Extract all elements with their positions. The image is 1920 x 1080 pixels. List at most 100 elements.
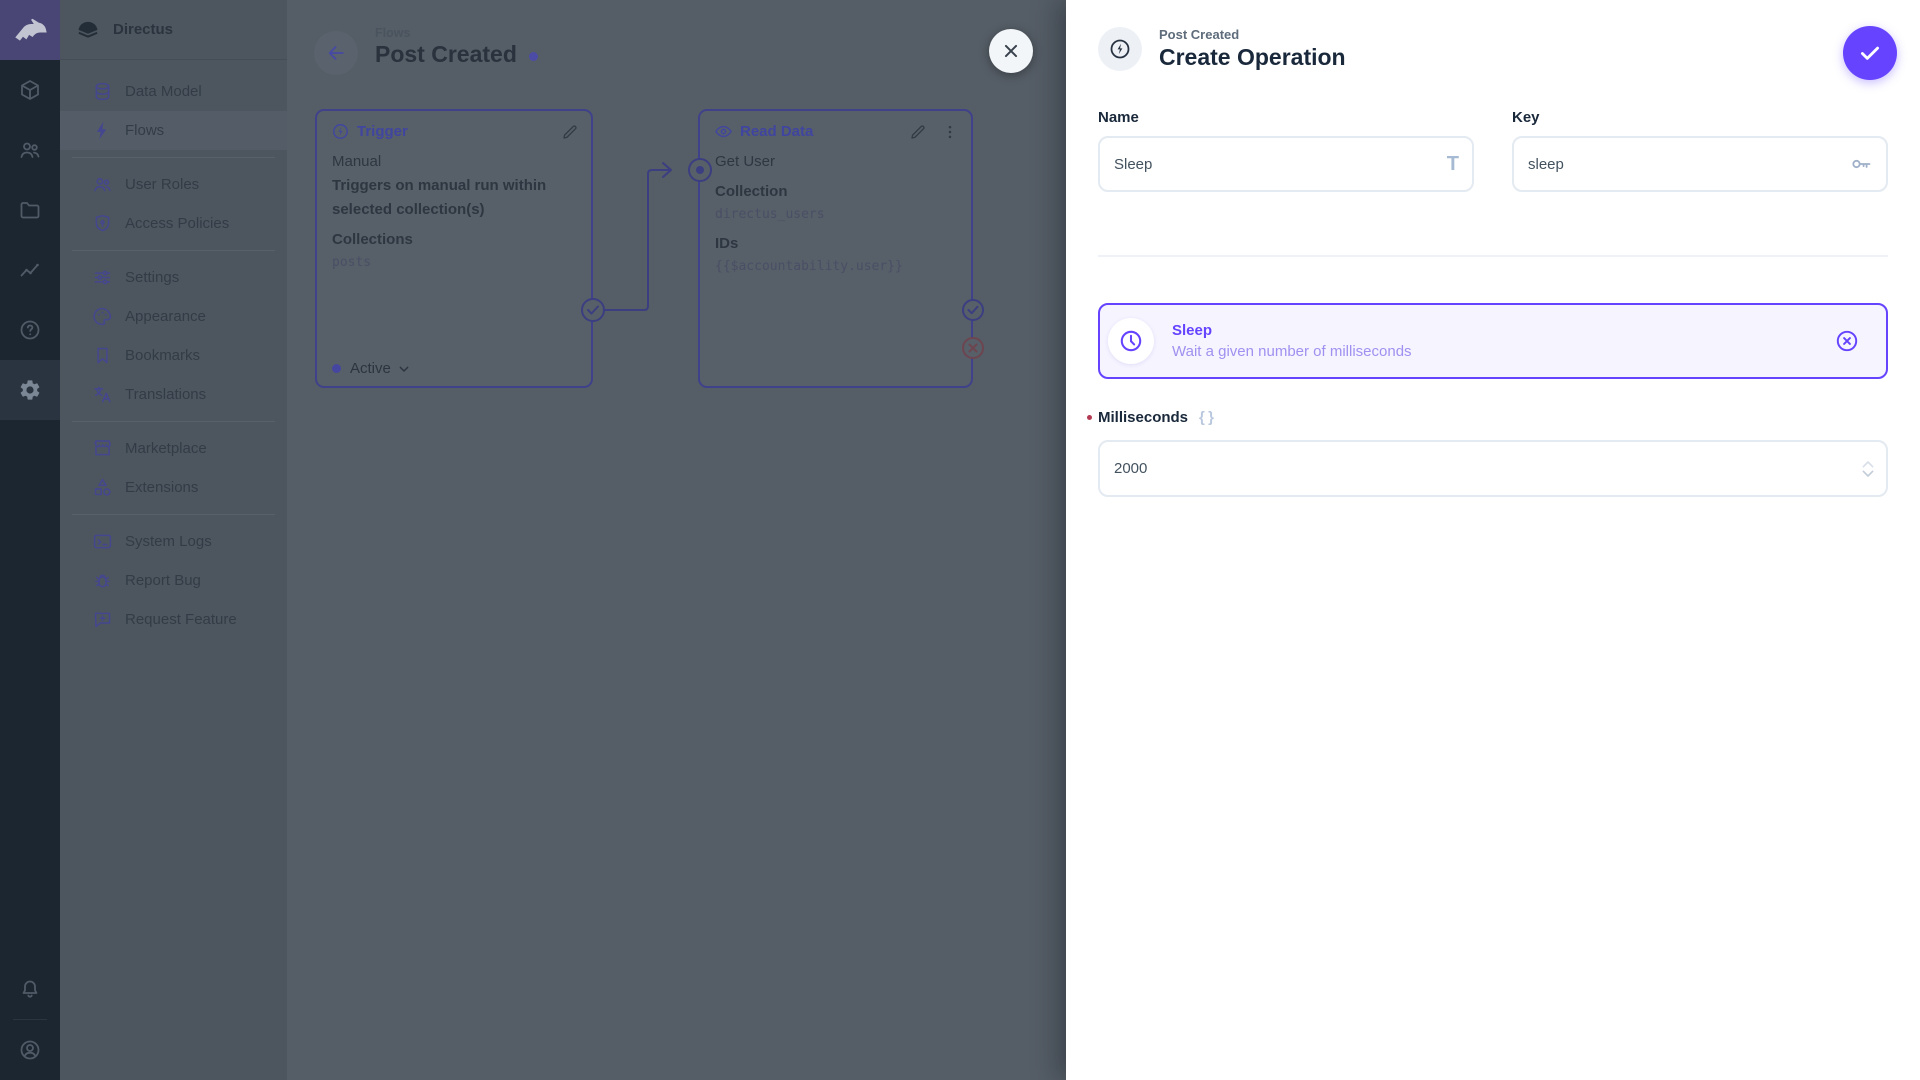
raw-value-toggle-icon[interactable]: { } <box>1199 408 1215 428</box>
module-insights[interactable] <box>0 240 60 300</box>
users-icon <box>92 174 113 195</box>
operation-form: Name T Key <box>1098 108 1888 192</box>
selected-operation-card-sleep[interactable]: Sleep Wait a given number of millisecond… <box>1098 303 1888 379</box>
database-icon <box>92 81 113 102</box>
name-field-group: Name T <box>1098 108 1474 192</box>
status-dot <box>332 364 341 373</box>
back-button[interactable] <box>314 31 358 75</box>
project-switcher[interactable]: Directus <box>60 0 287 60</box>
module-bar <box>0 0 60 1080</box>
drawer-title: Create Operation <box>1159 44 1346 70</box>
sidebar-divider <box>72 157 275 158</box>
sidebar-item-label: Extensions <box>125 479 199 496</box>
bookmark-icon <box>92 345 113 366</box>
flow-status-dropdown[interactable]: Active <box>332 360 412 377</box>
sidebar-item-extensions[interactable]: Extensions <box>60 468 287 507</box>
app-root: Directus Data Model Flows User Roles Acc… <box>0 0 1920 1080</box>
translate-icon <box>92 384 113 405</box>
sidebar-item-translations[interactable]: Translations <box>60 375 287 414</box>
trigger-panel[interactable]: Trigger Manual Triggers on manual run wi… <box>315 109 593 388</box>
gear-icon <box>18 378 42 402</box>
required-marker <box>1087 415 1092 420</box>
sidebar-nav: Data Model Flows User Roles Access Polic… <box>60 60 287 639</box>
sidebar-divider <box>72 250 275 251</box>
module-docs[interactable] <box>0 300 60 360</box>
account-icon <box>18 1038 42 1062</box>
create-operation-drawer: Post Created Create Operation Name T Key <box>1066 0 1920 1080</box>
sidebar-item-report-bug[interactable]: Report Bug <box>60 561 287 600</box>
sidebar-item-label: Translations <box>125 386 207 403</box>
name-field-label: Name <box>1098 109 1139 126</box>
sidebar-divider <box>72 514 275 515</box>
account-button[interactable] <box>0 1020 60 1080</box>
sidebar-item-request-feature[interactable]: Request Feature <box>60 600 287 639</box>
operation-name: Get User <box>715 153 776 170</box>
operation-panel-header: Read Data <box>700 111 971 141</box>
bug-icon <box>92 570 113 591</box>
operation-panel-body: Get User Collection directus_users IDs {… <box>700 141 971 278</box>
module-files[interactable] <box>0 180 60 240</box>
sidebar-item-label: Settings <box>125 269 180 286</box>
operation-field-value: {{$accountability.user}} <box>715 259 903 274</box>
edit-pencil-icon[interactable] <box>561 123 579 141</box>
project-icon <box>75 17 101 43</box>
operation-field-value: directus_users <box>715 207 825 222</box>
trigger-description: Triggers on manual run within selected c… <box>332 177 547 218</box>
close-drawer-button[interactable] <box>989 29 1033 73</box>
edit-pencil-icon[interactable] <box>909 123 927 141</box>
bolt-circle-icon <box>331 122 350 141</box>
module-users[interactable] <box>0 120 60 180</box>
operation-panel-read-data[interactable]: Read Data Get User Collection directus_u… <box>698 109 973 388</box>
box-icon <box>18 78 42 102</box>
directus-logo[interactable] <box>0 0 60 60</box>
name-input[interactable] <box>1098 136 1474 192</box>
milliseconds-input[interactable] <box>1098 440 1888 497</box>
sidebar-item-label: System Logs <box>125 533 212 550</box>
sidebar-item-label: Data Model <box>125 83 202 100</box>
flow-connector <box>581 158 712 322</box>
sidebar-item-label: Report Bug <box>125 572 201 589</box>
sidebar-item-bookmarks[interactable]: Bookmarks <box>60 336 287 375</box>
number-stepper[interactable] <box>1860 458 1876 480</box>
milliseconds-field-group: Milliseconds { } <box>1087 408 1888 497</box>
stepper-down-icon[interactable] <box>1860 468 1876 480</box>
save-button[interactable] <box>1843 26 1897 80</box>
sidebar-item-marketplace[interactable]: Marketplace <box>60 429 287 468</box>
module-content[interactable] <box>0 60 60 120</box>
sidebar-item-label: Flows <box>125 122 165 139</box>
breadcrumb[interactable]: Flows <box>375 26 410 40</box>
arrow-left-icon <box>325 42 347 64</box>
sidebar-item-label: Access Policies <box>125 215 230 232</box>
deselect-operation-icon[interactable] <box>1834 328 1860 354</box>
operation-field-label: Collection <box>715 183 788 200</box>
notifications-button[interactable] <box>0 959 60 1019</box>
sidebar-item-label: Bookmarks <box>125 347 201 364</box>
drawer-divider <box>1098 255 1888 257</box>
kebab-menu-icon[interactable] <box>941 123 959 141</box>
folder-icon <box>18 198 42 222</box>
sidebar-item-access-policies[interactable]: Access Policies <box>60 204 287 243</box>
drawer-header: Post Created Create Operation <box>1098 26 1346 71</box>
sidebar-item-system-logs[interactable]: System Logs <box>60 522 287 561</box>
sidebar-item-flows[interactable]: Flows <box>60 111 287 150</box>
sidebar-item-label: User Roles <box>125 176 200 193</box>
module-settings[interactable] <box>0 360 60 420</box>
sidebar-item-appearance[interactable]: Appearance <box>60 297 287 336</box>
reject-port-icon[interactable] <box>962 337 984 359</box>
storefront-icon <box>92 438 113 459</box>
flow-canvas: Flows Post Created Trigger Manual Trigge… <box>287 0 1066 1080</box>
tune-icon <box>92 267 113 288</box>
page-title: Post Created <box>375 41 517 67</box>
sidebar-item-label: Request Feature <box>125 611 237 628</box>
resolve-port-icon[interactable] <box>962 299 984 321</box>
bolt-circle-icon <box>1108 37 1132 61</box>
sidebar-item-label: Marketplace <box>125 440 207 457</box>
bolt-icon <box>92 120 113 141</box>
key-input[interactable] <box>1512 136 1888 192</box>
eye-icon <box>714 122 733 141</box>
sidebar-item-settings[interactable]: Settings <box>60 258 287 297</box>
sidebar-item-data-model[interactable]: Data Model <box>60 72 287 111</box>
sidebar-item-user-roles[interactable]: User Roles <box>60 165 287 204</box>
operation-field-label: IDs <box>715 235 739 252</box>
operation-type-title: Sleep <box>1172 322 1213 339</box>
